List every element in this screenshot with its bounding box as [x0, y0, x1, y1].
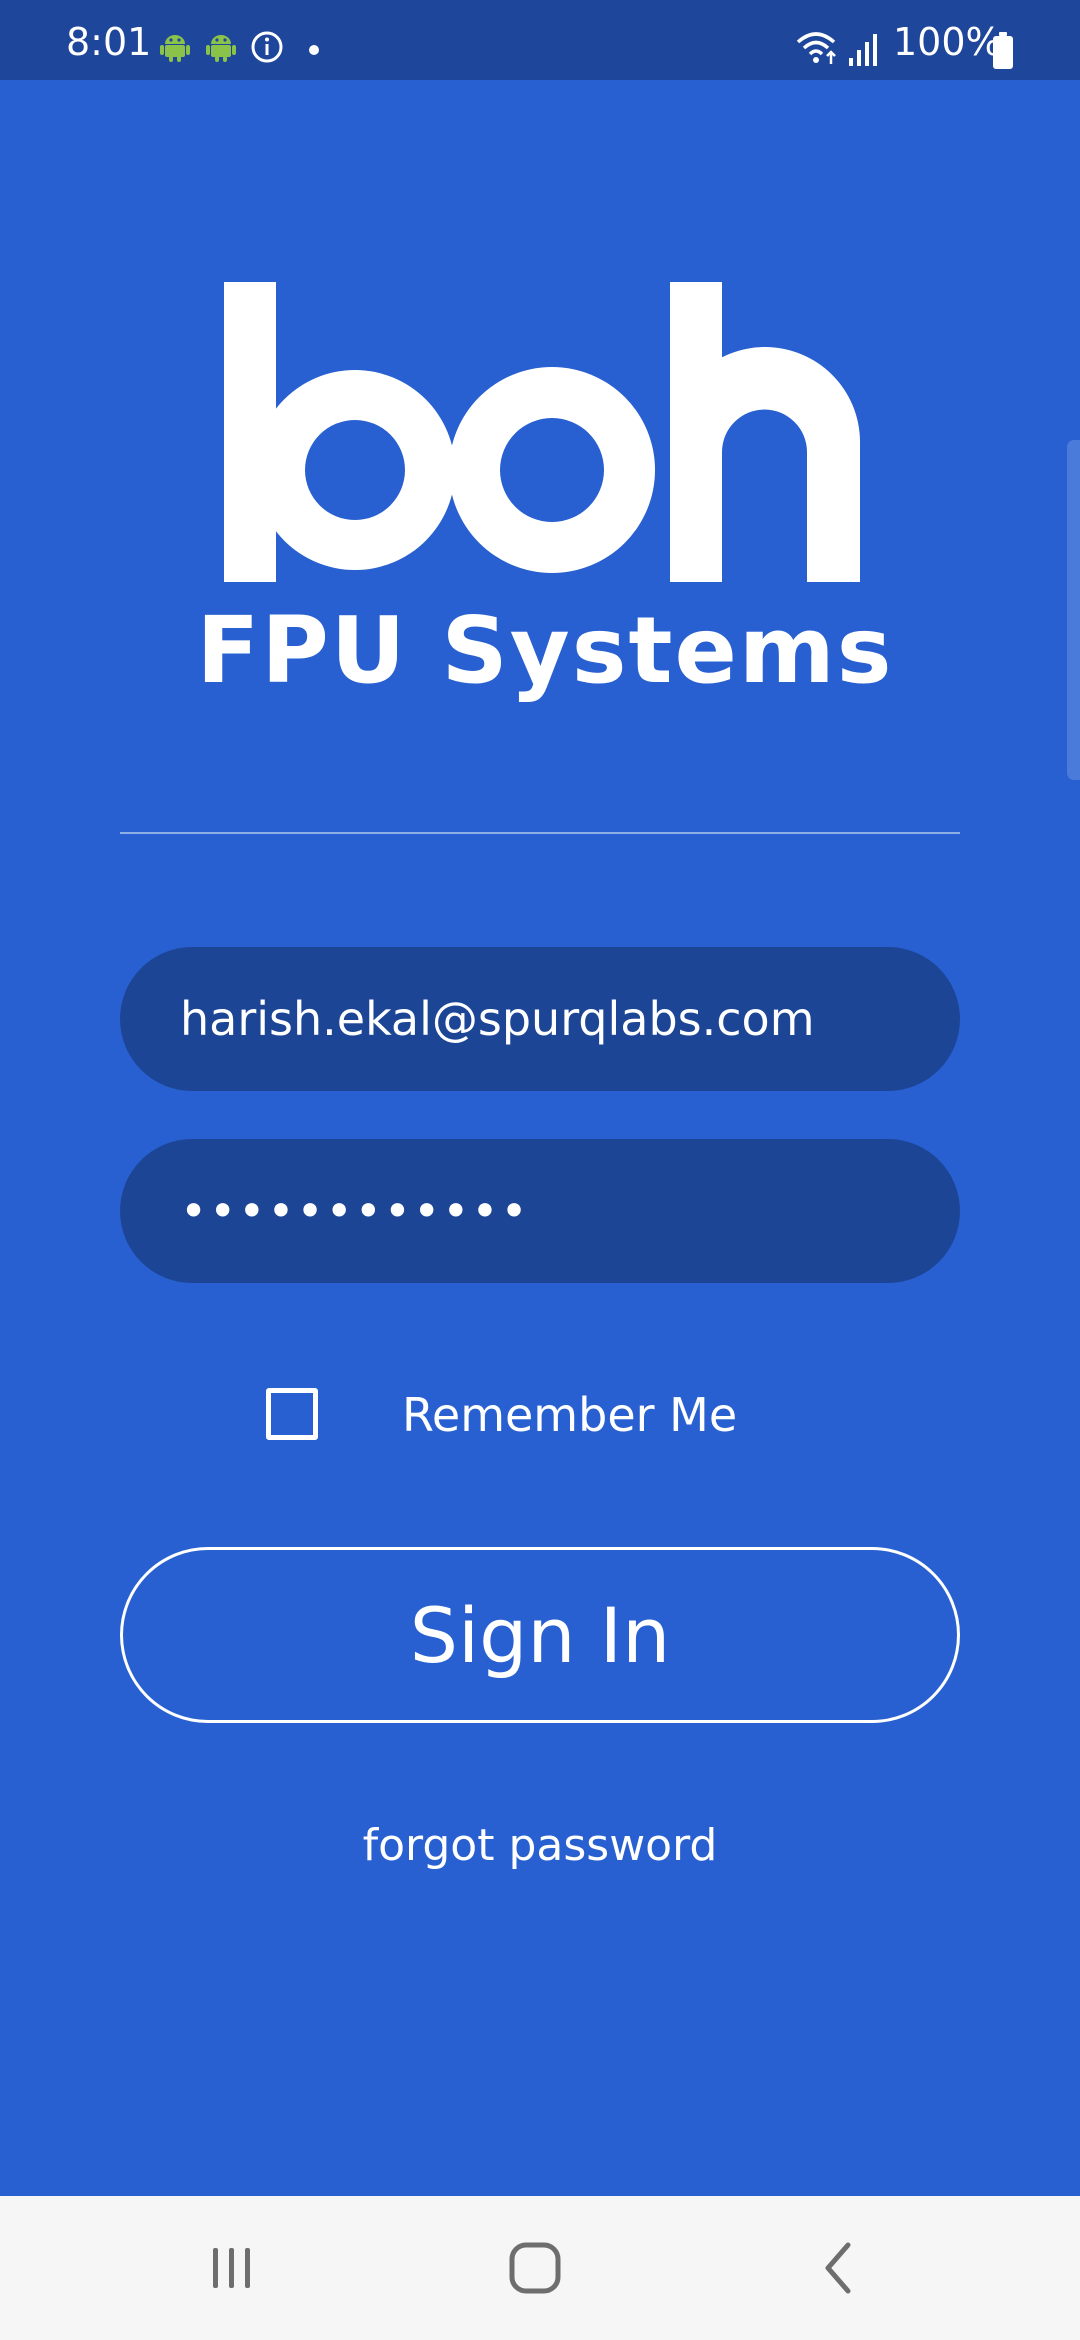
battery-icon: [993, 32, 1013, 69]
home-icon: [509, 2242, 561, 2294]
dot-icon: [309, 45, 319, 55]
password-value: ••••••••••••: [180, 1184, 530, 1238]
sign-in-label: Sign In: [409, 1590, 671, 1680]
navigation-bar: [0, 2196, 1080, 2340]
email-field-container[interactable]: [120, 947, 960, 1091]
remember-me-label[interactable]: Remember Me: [402, 1385, 737, 1445]
android-icon: [206, 35, 236, 62]
android-icon: [160, 35, 190, 62]
remember-me-checkbox[interactable]: [266, 1388, 318, 1440]
email-field[interactable]: [180, 992, 900, 1046]
logo-subtitle: FPU Systems: [196, 597, 894, 704]
forgot-password-link[interactable]: forgot password: [240, 1818, 840, 1874]
wifi-icon: [796, 32, 836, 64]
boh-logo: [224, 282, 860, 582]
info-icon: [251, 31, 283, 63]
back-icon: [825, 2242, 851, 2294]
sign-in-button[interactable]: Sign In: [120, 1547, 960, 1723]
divider: [120, 832, 960, 834]
status-bar: 8:01 100%: [0, 0, 1080, 80]
battery-percent: 100%: [893, 20, 1002, 64]
home-button[interactable]: [475, 2218, 595, 2318]
status-time: 8:01: [66, 20, 152, 64]
password-field[interactable]: ••••••••••••: [120, 1139, 960, 1283]
recent-apps-icon: [213, 2248, 250, 2288]
recent-apps-button[interactable]: [172, 2218, 292, 2318]
back-button[interactable]: [778, 2218, 898, 2318]
scrollbar-thumb[interactable]: [1067, 440, 1080, 780]
signal-icon: [849, 34, 877, 66]
